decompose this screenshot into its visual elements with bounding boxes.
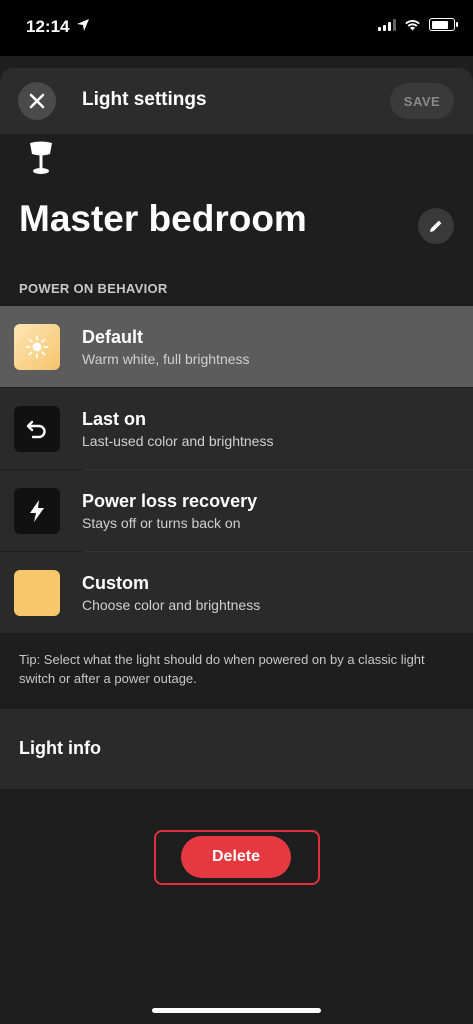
cellular-signal-icon [378,18,396,31]
save-button[interactable]: SAVE [390,83,454,119]
pencil-icon [430,220,442,232]
status-bar: 12:14 [0,0,473,56]
battery-icon [429,18,458,31]
status-icons [378,18,458,31]
light-info-label: Light info [19,738,101,758]
option-subtitle: Last-used color and brightness [82,433,274,449]
option-subtitle: Warm white, full brightness [82,351,250,367]
option-title: Power loss recovery [82,491,258,511]
close-button[interactable] [18,82,56,120]
option-subtitle: Stays off or turns back on [82,515,241,531]
option-power-loss-tile [14,488,60,534]
home-indicator[interactable] [152,1008,321,1013]
option-last-on[interactable]: Last on Last-used color and brightness [0,388,473,470]
edit-name-button[interactable] [418,208,454,244]
power-on-options: Default Warm white, full brightness Last… [0,306,473,634]
room-name: Master bedroom [19,198,307,239]
status-time: 12:14 [26,17,70,36]
close-icon [29,93,45,109]
option-last-on-tile [14,406,60,452]
page-title: Light settings [82,89,207,110]
custom-color-swatch [14,570,60,616]
option-custom[interactable]: Custom Choose color and brightness [0,552,473,634]
option-title: Last on [82,409,147,429]
table-lamp-icon [30,141,52,174]
undo-arrow-icon [26,420,46,439]
option-default[interactable]: Default Warm white, full brightness [0,306,473,388]
sun-icon [25,335,49,359]
option-subtitle: Choose color and brightness [82,597,261,613]
tip-text: Tip: Select what the light should do whe… [19,652,425,686]
location-arrow-icon [77,19,89,31]
battery-level [431,20,449,29]
option-default-swatch [14,324,60,370]
wifi-icon [405,19,420,30]
delete-button[interactable]: Delete [181,836,291,878]
top-header: Light settings SAVE [0,68,473,134]
option-title: Default [82,327,144,347]
light-info-row[interactable]: Light info [0,709,473,789]
option-power-loss-recovery[interactable]: Power loss recovery Stays off or turns b… [0,470,473,552]
lightning-icon [30,500,44,522]
section-label: POWER ON BEHAVIOR [19,281,168,296]
option-title: Custom [82,573,149,593]
